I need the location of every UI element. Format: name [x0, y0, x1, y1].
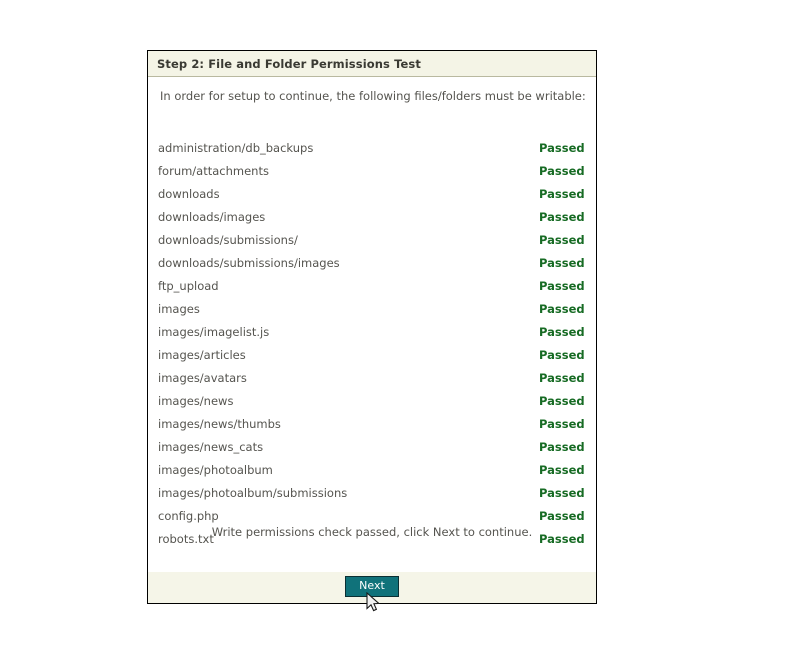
permission-path: images/photoalbum [158, 463, 273, 477]
table-row: administration/db_backups Passed [148, 137, 596, 160]
table-row: images/news/thumbs Passed [148, 413, 596, 436]
table-row: images/photoalbum/submissions Passed [148, 482, 596, 505]
permission-path: administration/db_backups [158, 141, 314, 155]
status-badge: Passed [539, 187, 585, 201]
permissions-list: administration/db_backups Passed forum/att… [148, 137, 596, 551]
permission-path: images/articles [158, 348, 246, 362]
table-row: images/articles Passed [148, 344, 596, 367]
permission-path: images/news [158, 394, 234, 408]
status-badge: Passed [539, 233, 585, 247]
permission-path: downloads [158, 187, 220, 201]
table-row: ftp_upload Passed [148, 275, 596, 298]
permission-path: images [158, 302, 200, 316]
table-row: downloads/images Passed [148, 206, 596, 229]
table-row: downloads Passed [148, 183, 596, 206]
status-badge: Passed [539, 279, 585, 293]
panel-footer: Next [148, 571, 596, 603]
permission-path: downloads/images [158, 210, 266, 224]
table-row: images/news Passed [148, 390, 596, 413]
table-row: forum/attachments Passed [148, 160, 596, 183]
status-badge: Passed [539, 417, 585, 431]
status-badge: Passed [539, 371, 585, 385]
status-badge: Passed [539, 486, 585, 500]
status-badge: Passed [539, 256, 585, 270]
permission-path: ftp_upload [158, 279, 219, 293]
permission-path: images/avatars [158, 371, 247, 385]
permission-path: images/news/thumbs [158, 417, 281, 431]
page-title: Step 2: File and Folder Permissions Test [157, 56, 421, 71]
table-row: downloads/submissions/Passed [148, 229, 596, 252]
table-row: images/photoalbum Passed [148, 459, 596, 482]
status-badge: Passed [539, 141, 585, 155]
permission-path: downloads/submissions/ [158, 233, 298, 247]
table-row: images/imagelist.js Passed [148, 321, 596, 344]
table-row: images/avatars Passed [148, 367, 596, 390]
status-badge: Passed [539, 394, 585, 408]
permission-path: images/photoalbum/submissions [158, 486, 348, 500]
status-badge: Passed [539, 440, 585, 454]
permission-path: images/imagelist.js [158, 325, 270, 339]
permission-path: images/news_cats [158, 440, 264, 454]
table-row: downloads/submissions/images Passed [148, 252, 596, 275]
status-badge: Passed [539, 302, 585, 316]
panel-header: Step 2: File and Folder Permissions Test [148, 51, 596, 77]
status-badge: Passed [539, 210, 585, 224]
status-badge: Passed [539, 325, 585, 339]
status-badge: Passed [539, 348, 585, 362]
summary-message: Write permissions check passed, click Ne… [211, 525, 533, 539]
setup-step-panel: Step 2: File and Folder Permissions Test… [147, 50, 597, 604]
status-badge: Passed [539, 164, 585, 178]
permission-path: forum/attachments [158, 164, 269, 178]
permission-path: downloads/submissions/images [158, 256, 340, 270]
table-row: images Passed [148, 298, 596, 321]
next-button[interactable]: Next [345, 576, 399, 597]
intro-instruction-text: In order for setup to continue, the foll… [160, 89, 586, 103]
panel-body: In order for setup to continue, the foll… [148, 77, 596, 571]
table-row: images/news_cats Passed [148, 436, 596, 459]
status-badge: Passed [539, 463, 585, 477]
